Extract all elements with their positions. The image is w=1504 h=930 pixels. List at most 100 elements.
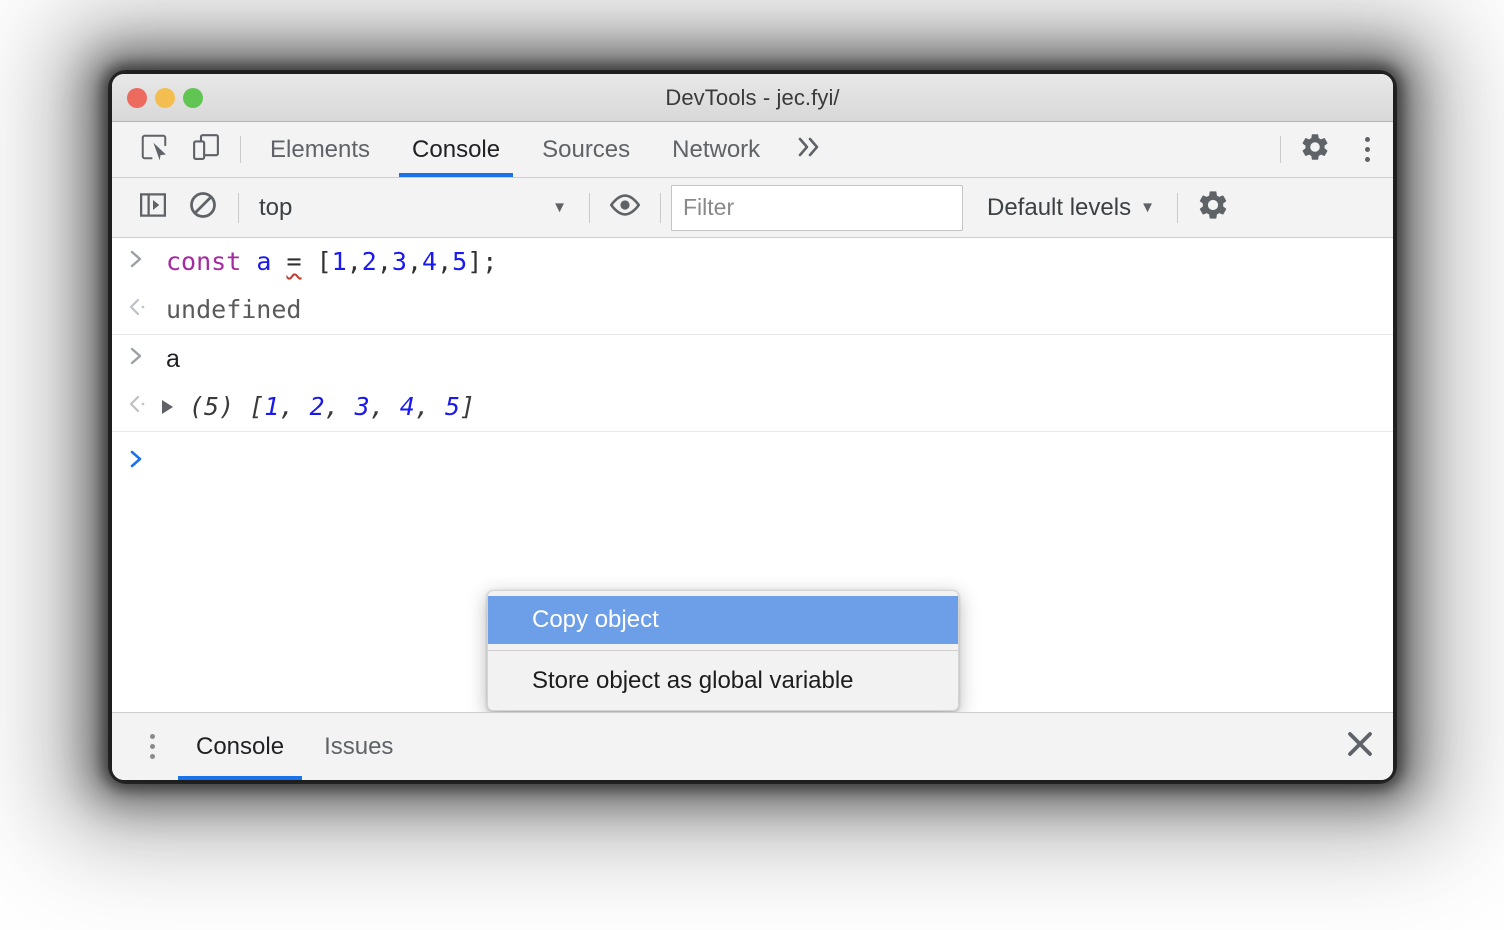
inspect-element-button[interactable] bbox=[128, 122, 180, 177]
console-group: a (5) [1, 2, 3, 4, 5] bbox=[112, 335, 1393, 432]
console-input-row[interactable]: const a = [1,2,3,4,5]; bbox=[112, 238, 1393, 286]
tab-network[interactable]: Network bbox=[651, 122, 781, 177]
console-group: const a = [1,2,3,4,5]; undefined bbox=[112, 238, 1393, 335]
devtools-more-options-button[interactable] bbox=[1341, 122, 1393, 177]
token-close-bracket: ]; bbox=[467, 247, 498, 276]
token-comma: , bbox=[437, 247, 453, 276]
array-item: 2 bbox=[309, 392, 325, 421]
maximize-window-button[interactable] bbox=[183, 88, 203, 108]
drawer-tabbar: Console Issues bbox=[112, 712, 1393, 780]
tabbar-divider-right bbox=[1280, 136, 1281, 163]
chevron-double-right-icon bbox=[795, 134, 825, 165]
prompt-chevron-icon bbox=[112, 446, 162, 470]
console-prompt-row[interactable] bbox=[112, 432, 1393, 480]
drawer-more-tools-button[interactable] bbox=[128, 713, 176, 780]
gear-icon bbox=[1196, 188, 1230, 227]
drawer-tab-issues[interactable]: Issues bbox=[304, 713, 413, 780]
token-number: 2 bbox=[361, 247, 377, 276]
tabbar-divider bbox=[240, 136, 241, 163]
array-item: 1 bbox=[264, 392, 280, 421]
minimize-window-button[interactable] bbox=[155, 88, 175, 108]
live-expression-button[interactable] bbox=[600, 183, 650, 233]
traffic-lights bbox=[127, 74, 203, 122]
tab-sources[interactable]: Sources bbox=[521, 122, 651, 177]
console-toolbar-divider-3 bbox=[660, 192, 661, 223]
console-input-expression: const a = [1,2,3,4,5]; bbox=[162, 246, 497, 278]
input-chevron-icon bbox=[112, 343, 162, 367]
array-open-bracket: [ bbox=[249, 392, 265, 421]
console-toolbar-divider-2 bbox=[589, 192, 590, 223]
devtools-settings-button[interactable] bbox=[1289, 122, 1341, 177]
log-levels-label: Default levels bbox=[987, 193, 1132, 221]
execution-context-value: top bbox=[259, 193, 293, 221]
clear-console-icon bbox=[188, 190, 218, 225]
eye-icon bbox=[608, 192, 642, 223]
token-comma: , bbox=[376, 247, 392, 276]
menu-item-store-as-global[interactable]: Store object as global variable bbox=[488, 657, 958, 705]
sidebar-toggle-icon bbox=[138, 190, 168, 225]
token-variable: a bbox=[256, 247, 272, 276]
array-close-bracket: ] bbox=[460, 392, 476, 421]
tab-console[interactable]: Console bbox=[391, 122, 521, 177]
main-tabbar: Elements Console Sources Network bbox=[112, 122, 1393, 178]
token-number: 3 bbox=[391, 247, 407, 276]
array-item: 5 bbox=[444, 392, 461, 421]
array-length: (5) bbox=[189, 392, 235, 421]
token-keyword: const bbox=[166, 247, 242, 276]
more-tabs-button[interactable] bbox=[781, 122, 839, 177]
log-levels-selector[interactable]: Default levels ▼ bbox=[975, 194, 1167, 222]
array-preview[interactable]: (5) [1, 2, 3, 4, 5] bbox=[162, 391, 475, 423]
drawer-tab-console[interactable]: Console bbox=[176, 713, 304, 780]
console-input-expression: a bbox=[166, 345, 180, 373]
inspect-element-icon bbox=[139, 132, 169, 167]
console-toolbar-divider-4 bbox=[1176, 192, 1178, 223]
window-title: DevTools - jec.fyi/ bbox=[665, 84, 840, 110]
console-output-row[interactable]: undefined bbox=[112, 286, 1393, 334]
token-comma: , bbox=[346, 247, 362, 276]
tabbar-spacer bbox=[839, 122, 1272, 177]
tab-console-label: Console bbox=[412, 135, 501, 163]
drawer-tab-console-label: Console bbox=[196, 732, 285, 760]
clear-console-button[interactable] bbox=[178, 183, 228, 233]
console-toolbar: top ▼ Default levels ▼ bbox=[112, 178, 1393, 238]
console-messages-area[interactable]: const a = [1,2,3,4,5]; undefined a (5) [… bbox=[112, 238, 1393, 712]
console-settings-button[interactable] bbox=[1188, 183, 1238, 233]
device-toolbar-icon bbox=[191, 132, 221, 167]
console-sidebar-toggle-button[interactable] bbox=[128, 183, 178, 233]
tab-network-label: Network bbox=[672, 135, 761, 163]
token-open-bracket: [ bbox=[316, 247, 332, 276]
token-number: 4 bbox=[422, 247, 438, 276]
input-chevron-icon bbox=[112, 246, 162, 270]
titlebar: DevTools - jec.fyi/ bbox=[112, 74, 1393, 122]
menu-separator bbox=[488, 650, 958, 651]
output-chevron-icon bbox=[112, 294, 162, 318]
disclosure-triangle-icon[interactable] bbox=[162, 400, 173, 414]
close-window-button[interactable] bbox=[127, 88, 147, 108]
console-object-output-row[interactable]: (5) [1, 2, 3, 4, 5] bbox=[112, 383, 1393, 431]
filter-input[interactable] bbox=[671, 184, 963, 231]
drawer-close-button[interactable] bbox=[1327, 713, 1393, 780]
tab-elements[interactable]: Elements bbox=[249, 122, 391, 177]
tab-elements-label: Elements bbox=[270, 135, 371, 163]
token-comma: , bbox=[406, 247, 423, 276]
context-menu: Copy object Store object as global varia… bbox=[487, 590, 959, 711]
close-icon bbox=[1344, 728, 1376, 765]
gear-icon bbox=[1299, 131, 1331, 168]
chevron-down-icon: ▼ bbox=[1140, 199, 1155, 216]
menu-item-store-as-global-label: Store object as global variable bbox=[532, 667, 854, 694]
output-chevron-icon bbox=[112, 391, 162, 415]
array-item: 4 bbox=[399, 392, 415, 421]
token-number: 1 bbox=[331, 247, 347, 276]
devtools-window: DevTools - jec.fyi/ Elements Console Sou… bbox=[112, 74, 1393, 780]
token-number: 5 bbox=[452, 247, 468, 276]
console-output-value: undefined bbox=[166, 295, 302, 324]
menu-item-copy-object-label: Copy object bbox=[532, 606, 659, 633]
drawer-spacer bbox=[413, 713, 1327, 780]
kebab-menu-icon bbox=[1364, 137, 1370, 162]
execution-context-selector[interactable]: top ▼ bbox=[249, 187, 579, 229]
token-equals: = bbox=[286, 247, 302, 276]
console-toolbar-divider-1 bbox=[238, 192, 239, 223]
device-toolbar-button[interactable] bbox=[180, 122, 232, 177]
console-input-row[interactable]: a bbox=[112, 335, 1393, 383]
menu-item-copy-object[interactable]: Copy object bbox=[488, 596, 958, 644]
